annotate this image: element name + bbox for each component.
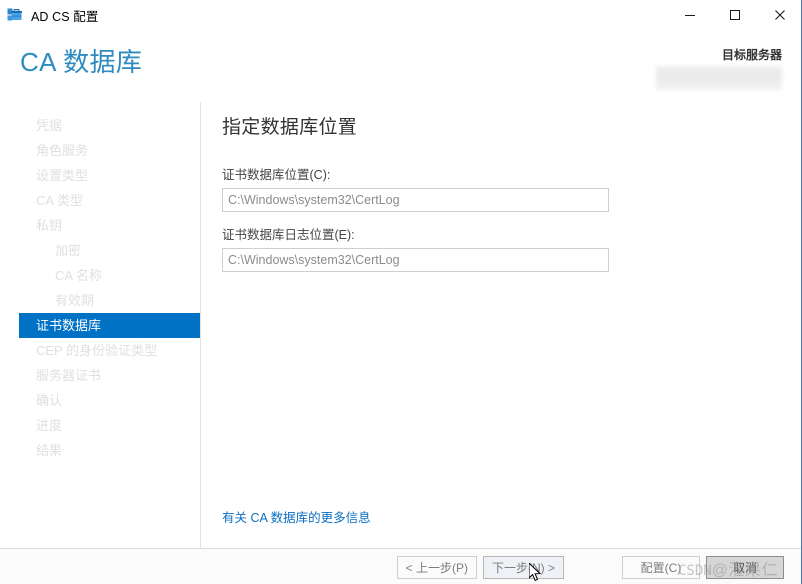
sidebar-item-credentials[interactable]: 凭据 <box>0 113 200 138</box>
sidebar-item-cryptography[interactable]: 加密 <box>0 238 200 263</box>
sidebar-item-server-certificate[interactable]: 服务器证书 <box>0 363 200 388</box>
previous-button[interactable]: < 上一步(P) <box>396 556 477 579</box>
dialog-footer: < 上一步(P) 下一步(N) > 配置(C) 取消 <box>0 548 801 584</box>
certificate-database-log-location-input[interactable] <box>222 248 609 272</box>
certificate-database-log-location-label: 证书数据库日志位置(E): <box>222 228 355 242</box>
sidebar-item-results[interactable]: 结果 <box>0 438 200 463</box>
page-title: CA 数据库 <box>20 47 143 77</box>
wizard-header: CA 数据库 目标服务器 <box>0 30 801 102</box>
wizard-steps-sidebar: 凭据 角色服务 设置类型 CA 类型 私钥 加密 CA 名称 有效期 证书数据库… <box>0 102 201 548</box>
certificate-database-location-group: 证书数据库位置(C): <box>222 164 609 212</box>
minimize-icon[interactable] <box>667 0 712 30</box>
certificate-database-location-label: 证书数据库位置(C): <box>222 168 331 182</box>
sidebar-item-private-key[interactable]: 私钥 <box>0 213 200 238</box>
more-info-link[interactable]: 有关 CA 数据库的更多信息 <box>222 507 371 526</box>
certificate-database-location-input[interactable] <box>222 188 609 212</box>
sidebar-item-ca-name[interactable]: CA 名称 <box>0 263 200 288</box>
ad-cs-configuration-window: AD CS 配置 CA 数据库 目标服务器 凭据 角色服务 设置类型 CA 类型… <box>0 0 802 584</box>
main-content-pane: 指定数据库位置 证书数据库位置(C): 证书数据库日志位置(E): 有关 CA … <box>201 102 801 548</box>
sidebar-item-setup-type[interactable]: 设置类型 <box>0 163 200 188</box>
next-button[interactable]: 下一步(N) > <box>482 556 564 579</box>
destination-server-label: 目标服务器 <box>721 48 782 62</box>
sidebar-item-role-services[interactable]: 角色服务 <box>0 138 200 163</box>
close-icon[interactable] <box>757 0 801 30</box>
wizard-body: 凭据 角色服务 设置类型 CA 类型 私钥 加密 CA 名称 有效期 证书数据库… <box>0 102 801 548</box>
sidebar-item-certificate-database[interactable]: 证书数据库 <box>19 313 200 338</box>
section-heading: 指定数据库位置 <box>222 117 358 138</box>
server-config-icon <box>7 7 23 23</box>
window-controls <box>667 0 801 30</box>
sidebar-item-validity-period[interactable]: 有效期 <box>0 288 200 313</box>
title-bar: AD CS 配置 <box>0 0 801 30</box>
maximize-icon[interactable] <box>712 0 757 30</box>
dialog-button-bar: < 上一步(P) 下一步(N) > 配置(C) 取消 <box>396 556 784 579</box>
sidebar-item-progress[interactable]: 进度 <box>0 413 200 438</box>
sidebar-item-cep-auth-type[interactable]: CEP 的身份验证类型 <box>0 338 200 363</box>
cancel-button[interactable]: 取消 <box>706 556 784 579</box>
window-title: AD CS 配置 <box>31 9 99 24</box>
sidebar-item-ca-type[interactable]: CA 类型 <box>0 188 200 213</box>
certificate-database-log-location-group: 证书数据库日志位置(E): <box>222 224 609 272</box>
sidebar-item-confirmation[interactable]: 确认 <box>0 388 200 413</box>
configure-button[interactable]: 配置(C) <box>622 556 700 579</box>
destination-server-name <box>656 66 782 90</box>
